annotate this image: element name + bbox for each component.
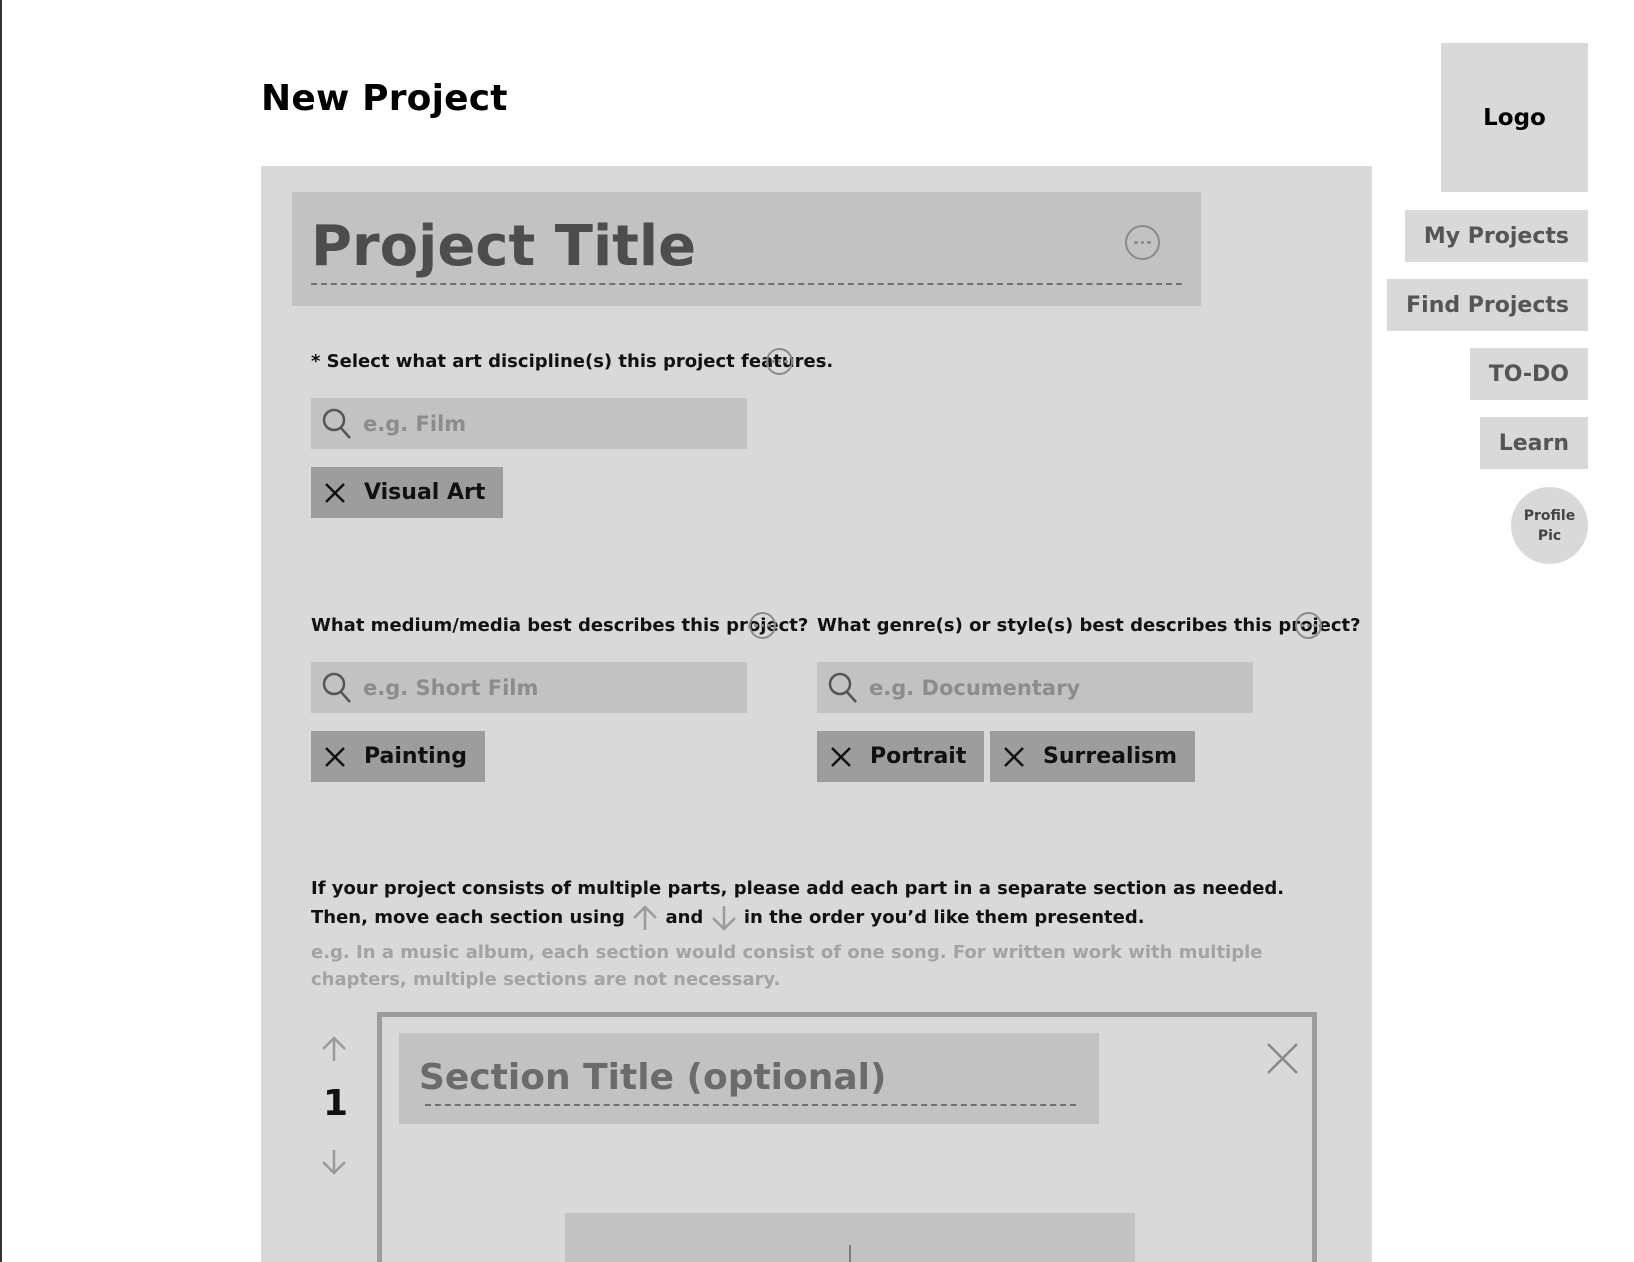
- more-options-icon[interactable]: [1295, 612, 1322, 639]
- search-icon: [828, 672, 857, 703]
- medium-search[interactable]: [311, 662, 747, 713]
- chip-painting[interactable]: Painting: [311, 731, 486, 782]
- genre-search[interactable]: [817, 662, 1253, 713]
- discipline-search[interactable]: [311, 398, 747, 449]
- chip-surrealism[interactable]: Surrealism: [990, 731, 1196, 782]
- nav-learn-button[interactable]: Learn: [1479, 417, 1588, 469]
- genre-search-input[interactable]: [869, 675, 1229, 700]
- project-title-field[interactable]: Project Title: [292, 192, 1201, 306]
- chip-label: Portrait: [870, 744, 967, 769]
- medium-label: What medium/media best describes this pr…: [311, 615, 809, 636]
- chip-portrait[interactable]: Portrait: [817, 731, 985, 782]
- arrow-up-icon[interactable]: [320, 1035, 348, 1063]
- nav-find-projects-button[interactable]: Find Projects: [1387, 279, 1588, 331]
- section-title-underline: [425, 1104, 1076, 1106]
- close-icon[interactable]: [1265, 1041, 1300, 1076]
- nav-todo-button[interactable]: TO-DO: [1469, 348, 1588, 400]
- nav-my-projects-button[interactable]: My Projects: [1404, 210, 1588, 262]
- more-options-icon[interactable]: [766, 348, 793, 375]
- logo[interactable]: Logo: [1441, 43, 1588, 192]
- page-title: New Project: [261, 78, 508, 119]
- sections-instructions: If your project consists of multiple par…: [311, 874, 1331, 932]
- window-left-edge: [0, 0, 2, 1262]
- project-form-panel: Project Title * Select what art discipli…: [261, 166, 1372, 1262]
- search-icon: [322, 672, 351, 703]
- instruction-text-end: in the order you’d like them presented.: [743, 907, 1145, 928]
- title-underline: [311, 283, 1182, 285]
- section-title-field[interactable]: Section Title (optional): [399, 1033, 1099, 1124]
- discipline-label: * Select what art discipline(s) this pro…: [311, 351, 834, 372]
- chip-label: Surrealism: [1043, 744, 1178, 769]
- medium-search-input[interactable]: [363, 675, 723, 700]
- arrow-down-icon: [711, 906, 736, 931]
- more-options-icon[interactable]: [749, 612, 776, 639]
- section-content-area[interactable]: [565, 1213, 1135, 1262]
- project-title-placeholder: Project Title: [311, 214, 697, 279]
- close-icon[interactable]: [1001, 744, 1027, 770]
- chip-label: Visual Art: [364, 480, 486, 505]
- arrow-up-icon: [633, 905, 658, 930]
- close-icon[interactable]: [322, 480, 348, 506]
- avatar[interactable]: Profile Pic: [1511, 487, 1588, 564]
- search-icon: [322, 408, 351, 439]
- section-title-placeholder: Section Title (optional): [419, 1057, 887, 1098]
- discipline-search-input[interactable]: [363, 411, 723, 436]
- chip-label: Painting: [364, 744, 468, 769]
- content-divider: [849, 1245, 851, 1262]
- avatar-label: Profile Pic: [1523, 507, 1576, 544]
- instruction-and: and: [665, 907, 704, 928]
- sections-hint: e.g. In a music album, each section woul…: [311, 942, 1263, 990]
- chip-visual-art[interactable]: Visual Art: [311, 467, 504, 518]
- arrow-down-icon[interactable]: [320, 1148, 348, 1176]
- genre-label: What genre(s) or style(s) best describes…: [817, 615, 1361, 636]
- section-card: Section Title (optional): [377, 1012, 1317, 1262]
- more-options-icon[interactable]: [1125, 225, 1160, 260]
- close-icon[interactable]: [828, 744, 854, 770]
- close-icon[interactable]: [322, 744, 348, 770]
- section-number: 1: [323, 1083, 349, 1124]
